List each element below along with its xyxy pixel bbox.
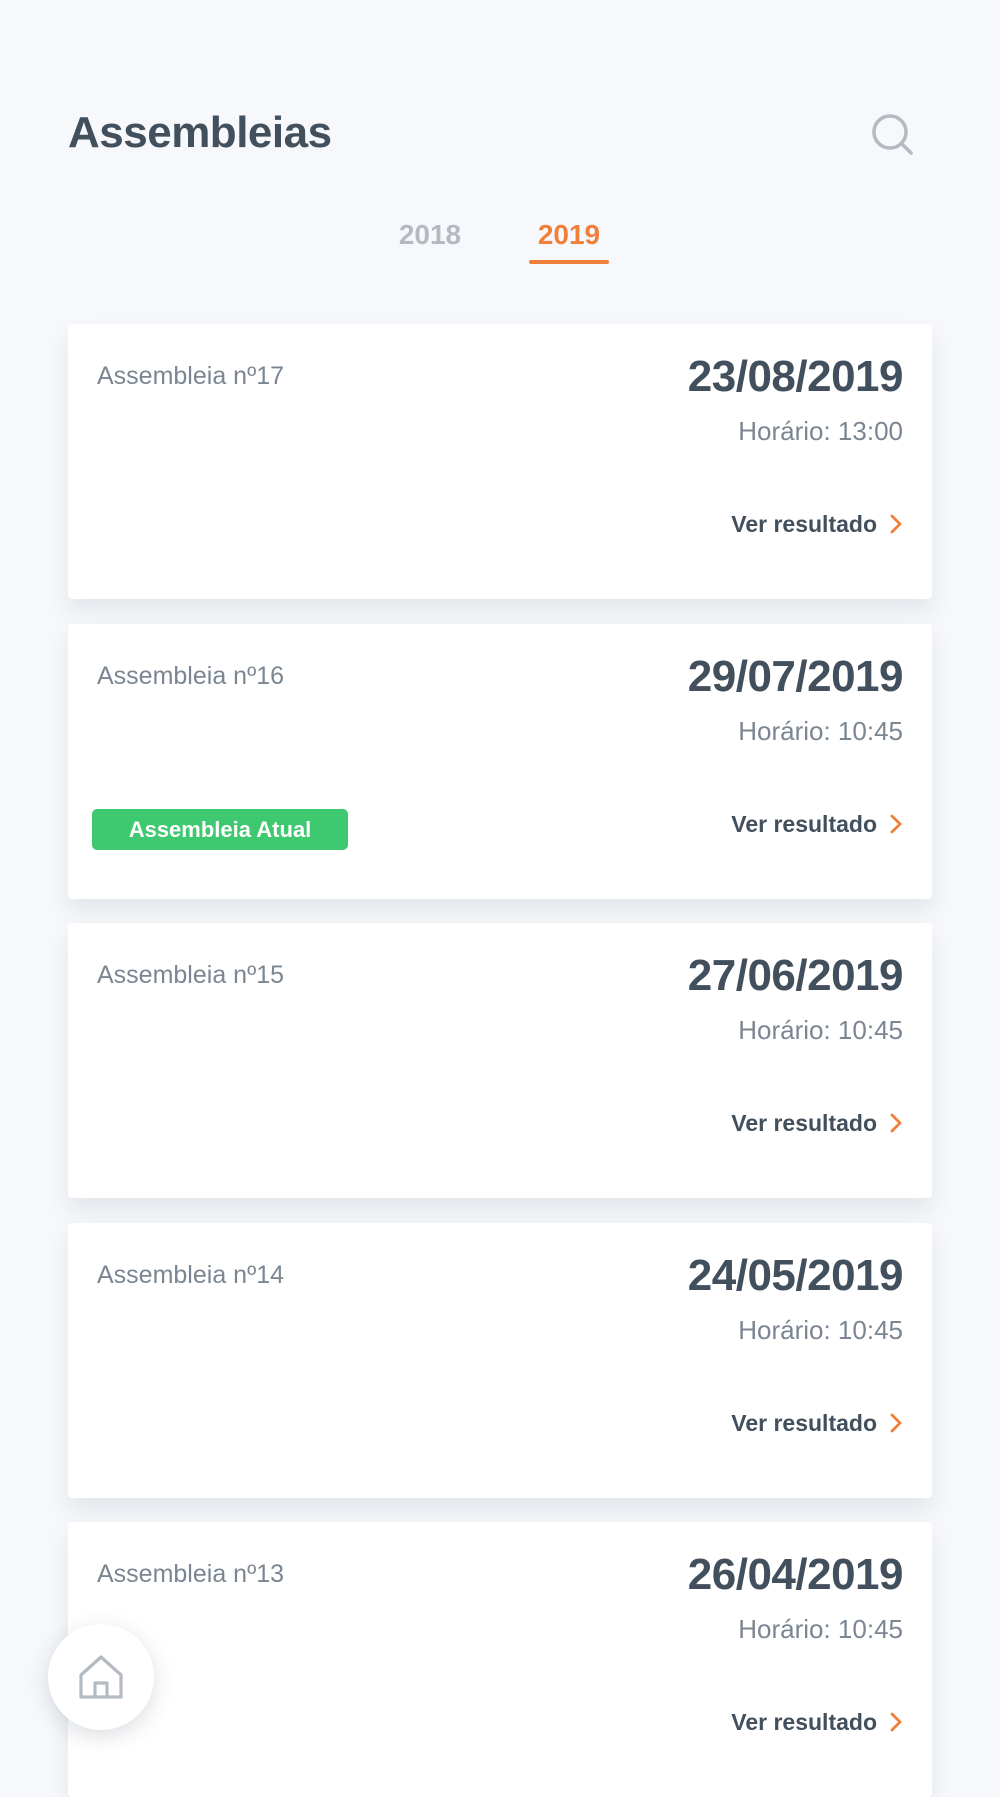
assembly-date: 23/08/2019 [687, 352, 904, 401]
assembly-date: 29/07/2019 [687, 652, 904, 701]
chevron-right-icon [890, 1712, 902, 1732]
view-result-label: Ver resultado [731, 1109, 877, 1136]
assembly-date: 24/05/2019 [687, 1251, 904, 1300]
view-result-link[interactable]: Ver resultado [731, 507, 903, 541]
active-tab-indicator [529, 260, 609, 264]
chevron-right-icon [890, 514, 902, 534]
tab-label: 2019 [537, 219, 601, 250]
view-result-label: Ver resultado [731, 1708, 877, 1735]
view-result-link[interactable]: Ver resultado [731, 1406, 903, 1440]
chevron-right-icon [890, 1113, 902, 1133]
assembly-time: Horário: 10:45 [738, 1015, 903, 1045]
year-tabs: 2018 2019 [0, 216, 1000, 266]
assembly-name: Assembleia nº15 [97, 961, 285, 989]
page-title: Assembleias [68, 108, 332, 157]
assembly-card: Assembleia nº16 29/07/2019 Horário: 10:4… [68, 624, 932, 899]
assembly-card: Assembleia nº15 27/06/2019 Horário: 10:4… [68, 923, 932, 1198]
assembly-time: Horário: 13:00 [738, 416, 903, 446]
view-result-link[interactable]: Ver resultado [731, 807, 903, 841]
home-icon [79, 1655, 123, 1699]
view-result-link[interactable]: Ver resultado [731, 1705, 903, 1739]
assembly-name: Assembleia nº14 [97, 1261, 285, 1289]
assembly-name: Assembleia nº16 [97, 662, 285, 690]
view-result-label: Ver resultado [731, 1409, 877, 1436]
tab-label: 2018 [398, 219, 462, 250]
tab-2018[interactable]: 2018 [388, 216, 472, 266]
assembly-time: Horário: 10:45 [738, 716, 903, 746]
view-result-label: Ver resultado [731, 510, 877, 537]
view-result-label: Ver resultado [731, 810, 877, 837]
chevron-right-icon [890, 814, 902, 834]
assembly-time: Horário: 10:45 [738, 1315, 903, 1345]
search-button[interactable] [868, 110, 916, 158]
current-assembly-badge: Assembleia Atual [92, 809, 348, 850]
chevron-right-icon [890, 1413, 902, 1433]
assembly-card: Assembleia nº17 23/08/2019 Horário: 13:0… [68, 324, 932, 599]
search-icon [872, 114, 913, 155]
assembly-card: Assembleia nº14 24/05/2019 Horário: 10:4… [68, 1223, 932, 1498]
tab-2019[interactable]: 2019 [529, 216, 609, 266]
assembly-date: 27/06/2019 [687, 951, 904, 1000]
assembly-name: Assembleia nº13 [97, 1560, 285, 1588]
assembly-time: Horário: 10:45 [738, 1614, 903, 1644]
assembly-date: 26/04/2019 [687, 1550, 904, 1599]
assembly-card: Assembleia nº13 26/04/2019 Horário: 10:4… [68, 1522, 932, 1797]
view-result-link[interactable]: Ver resultado [731, 1106, 903, 1140]
assembly-name: Assembleia nº17 [97, 362, 285, 390]
home-button[interactable] [48, 1624, 154, 1730]
